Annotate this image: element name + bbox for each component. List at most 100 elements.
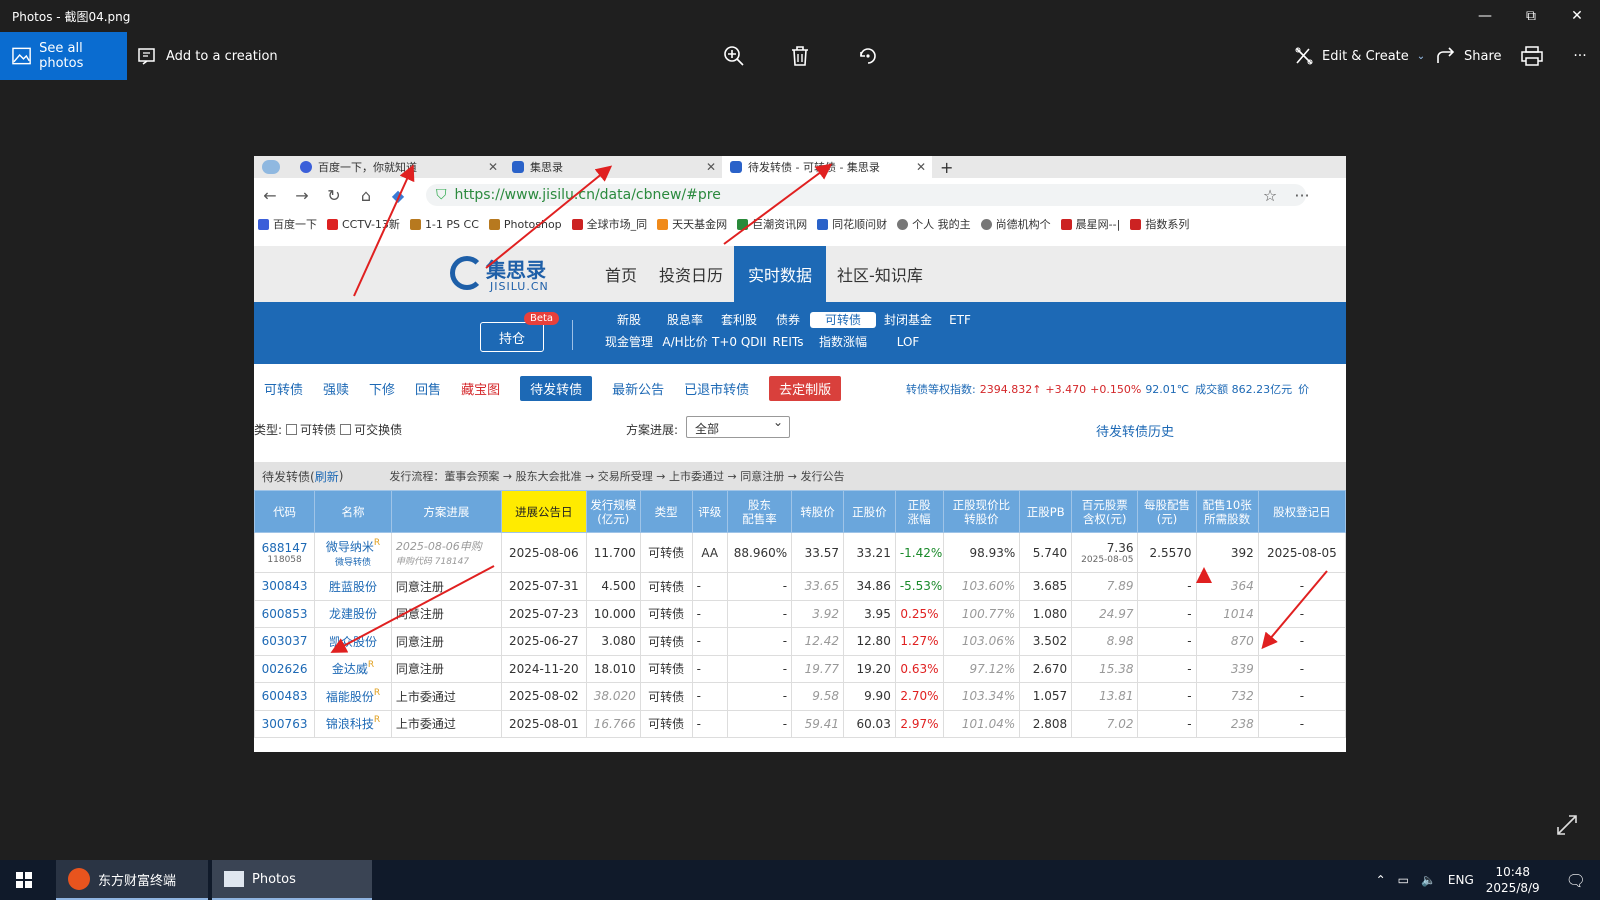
bookmark[interactable]: 百度一下 bbox=[258, 216, 317, 232]
bookmark[interactable]: 同花顺问财 bbox=[817, 216, 887, 232]
nav-community[interactable]: 社区-知识库 bbox=[826, 246, 934, 302]
bookmark[interactable]: Photoshop bbox=[488, 218, 562, 231]
delete-icon[interactable] bbox=[786, 42, 814, 70]
see-all-photos-button[interactable]: See all photos bbox=[0, 32, 127, 80]
tab-baidu[interactable]: 百度一下，你就知道 ✕ bbox=[292, 156, 504, 178]
column-header[interactable]: 名称 bbox=[314, 490, 392, 533]
filter-putback[interactable]: 回售 bbox=[415, 379, 441, 398]
url-input[interactable]: ⛉ https://www.jisilu.cn/data/cbnew/#pre bbox=[426, 184, 1306, 206]
subnav-item[interactable]: 现金管理 bbox=[600, 334, 658, 350]
column-header[interactable]: 类型 bbox=[639, 490, 693, 533]
browser-profile-icon[interactable] bbox=[254, 156, 292, 178]
table-row[interactable]: 002626 金达威R 同意注册 2024-11-20 18.010 可转债 - -19.77… bbox=[254, 654, 1346, 683]
new-tab-button[interactable]: + bbox=[932, 156, 962, 178]
taskbar-app-eastmoney[interactable]: 东方财富终端 bbox=[56, 860, 208, 900]
share-button[interactable]: Share bbox=[1436, 32, 1502, 80]
rotate-icon[interactable] bbox=[854, 42, 882, 70]
filter-pending-issue[interactable]: 待发转债 bbox=[520, 375, 593, 401]
subnav-item[interactable]: 封闭基金 bbox=[876, 312, 940, 328]
column-header[interactable]: 股东 配售率 bbox=[726, 490, 793, 533]
close-button[interactable]: ✕ bbox=[1554, 0, 1600, 32]
pending-history-link[interactable]: 待发转债历史 bbox=[1096, 421, 1174, 440]
subnav-item[interactable]: A/H比价 bbox=[658, 334, 712, 350]
language-indicator[interactable]: ENG bbox=[1448, 873, 1474, 887]
bookmark[interactable]: 个人 我的主 bbox=[897, 216, 971, 232]
column-header[interactable]: 代码 bbox=[254, 490, 316, 533]
taskbar-app-photos[interactable]: Photos bbox=[212, 860, 372, 900]
bond-name-cell[interactable]: 龙建股份 bbox=[314, 599, 392, 628]
column-header[interactable]: 发行规模 (亿元) bbox=[585, 490, 641, 533]
custom-version-button[interactable]: 去定制版 bbox=[769, 375, 842, 401]
table-row[interactable]: 600853 龙建股份 同意注册 2025-07-23 10.000 可转债 - -3.92 3… bbox=[254, 599, 1346, 628]
network-icon[interactable]: ▭ bbox=[1398, 873, 1409, 887]
bookmark[interactable]: 晨星网--| bbox=[1060, 216, 1120, 232]
filter-latest-notices[interactable]: 最新公告 bbox=[612, 379, 664, 398]
nav-realtime-data[interactable]: 实时数据 bbox=[734, 246, 827, 302]
bond-code-cell[interactable]: 688147 118058 bbox=[254, 532, 316, 573]
bookmark[interactable]: 巨潮资讯网 bbox=[737, 216, 807, 232]
holding-button[interactable]: 持仓 bbox=[480, 322, 544, 352]
print-icon[interactable] bbox=[1518, 42, 1546, 70]
bond-name-cell[interactable]: 锦浪科技R bbox=[314, 709, 392, 738]
favorite-star-icon[interactable]: ☆ bbox=[1254, 186, 1286, 205]
tab-jisilu[interactable]: 集思录 ✕ bbox=[504, 156, 722, 178]
clock[interactable]: 10:48 2025/8/9 bbox=[1486, 864, 1540, 896]
subnav-item-convertible[interactable]: 可转债 bbox=[810, 312, 876, 328]
subnav-item[interactable]: ETF bbox=[940, 312, 980, 328]
column-header[interactable]: 评级 bbox=[691, 490, 728, 533]
bond-name-cell[interactable]: 凯众股份 bbox=[314, 627, 392, 656]
bond-code-cell[interactable]: 603037 bbox=[254, 627, 316, 656]
subnav-item[interactable]: 债券 bbox=[766, 312, 810, 328]
column-header[interactable]: 正股现价比 转股价 bbox=[942, 490, 1021, 533]
table-row[interactable]: 603037 凯众股份 同意注册 2025-06-27 3.080 可转债 - -12.42 1… bbox=[254, 627, 1346, 656]
bookmark[interactable]: CCTV-13新 bbox=[327, 216, 400, 232]
browser-menu-icon[interactable]: ··· bbox=[1286, 186, 1318, 205]
tab-pending-bonds[interactable]: 待发转债 - 可转债 - 集思录 ✕ bbox=[722, 156, 932, 178]
reload-icon[interactable]: ↻ bbox=[318, 186, 350, 205]
checkbox-exchangeable[interactable] bbox=[340, 424, 352, 435]
edit-create-button[interactable]: Edit & Create ⌄ bbox=[1294, 32, 1425, 80]
back-icon[interactable]: ← bbox=[254, 186, 286, 205]
fullscreen-expand-icon[interactable] bbox=[1556, 814, 1580, 838]
refresh-link[interactable]: 刷新 bbox=[315, 468, 339, 485]
close-tab-icon[interactable]: ✕ bbox=[488, 160, 498, 174]
filter-convertible[interactable]: 可转债 bbox=[264, 379, 303, 398]
bond-name-cell[interactable]: 福能股份R bbox=[314, 682, 392, 711]
bond-code-cell[interactable]: 600483 bbox=[254, 682, 316, 711]
volume-icon[interactable]: 🔈 bbox=[1421, 873, 1436, 887]
chevron-up-icon[interactable]: ⌃ bbox=[1376, 873, 1386, 887]
bookmark[interactable]: 1-1 PS CC bbox=[409, 218, 479, 231]
filter-adjust-down[interactable]: 下修 bbox=[369, 379, 395, 398]
column-header[interactable]: 正股 涨幅 bbox=[894, 490, 944, 533]
column-header[interactable]: 正股PB bbox=[1019, 490, 1073, 533]
table-row[interactable]: 300843 胜蓝股份 同意注册 2025-07-31 4.500 可转债 - -33.65 3… bbox=[254, 572, 1346, 601]
column-header[interactable]: 百元股票 含权(元) bbox=[1071, 490, 1139, 533]
column-header[interactable]: 方案进展 bbox=[390, 490, 502, 533]
table-row[interactable]: 600483 福能股份R 上市委通过 2025-08-02 38.020 可转债 - -9.5… bbox=[254, 682, 1346, 711]
filter-treasure-map[interactable]: 藏宝图 bbox=[461, 379, 500, 398]
notification-icon[interactable]: 🗨 bbox=[1566, 871, 1586, 890]
bond-name-cell[interactable]: 金达威R bbox=[314, 654, 392, 683]
nav-calendar[interactable]: 投资日历 bbox=[648, 246, 734, 302]
checkbox-convertible[interactable] bbox=[286, 424, 298, 435]
start-button[interactable] bbox=[0, 860, 48, 900]
close-tab-icon[interactable]: ✕ bbox=[706, 160, 716, 174]
nav-home[interactable]: 首页 bbox=[594, 246, 648, 302]
column-header[interactable]: 每股配售 (元) bbox=[1137, 490, 1197, 533]
column-header[interactable]: 进展公告日 bbox=[500, 490, 587, 533]
column-header[interactable]: 股权登记日 bbox=[1257, 490, 1346, 533]
filter-delisted[interactable]: 已退市转债 bbox=[684, 379, 749, 398]
subnav-item[interactable]: 新股 bbox=[600, 312, 658, 328]
bond-code-cell[interactable]: 300843 bbox=[254, 572, 316, 601]
extension-icon[interactable]: ◆ bbox=[382, 186, 414, 205]
bond-name-cell[interactable]: 微导纳米R 微导转债 bbox=[314, 532, 392, 573]
close-tab-icon[interactable]: ✕ bbox=[916, 160, 926, 174]
table-row[interactable]: 300763 锦浪科技R 上市委通过 2025-08-01 16.766 可转债 - -59.… bbox=[254, 709, 1346, 738]
column-header[interactable]: 配售10张 所需股数 bbox=[1195, 490, 1259, 533]
column-header[interactable]: 正股价 bbox=[842, 490, 896, 533]
table-row[interactable]: 688147 118058 微导纳米R 微导转债 2025-08-06申购 申购代码 … bbox=[254, 532, 1346, 573]
bond-code-cell[interactable]: 002626 bbox=[254, 654, 316, 683]
subnav-item[interactable]: 套利股 bbox=[712, 312, 766, 328]
column-header[interactable]: 转股价 bbox=[791, 490, 844, 533]
maximize-button[interactable]: ⧉ bbox=[1508, 0, 1554, 32]
